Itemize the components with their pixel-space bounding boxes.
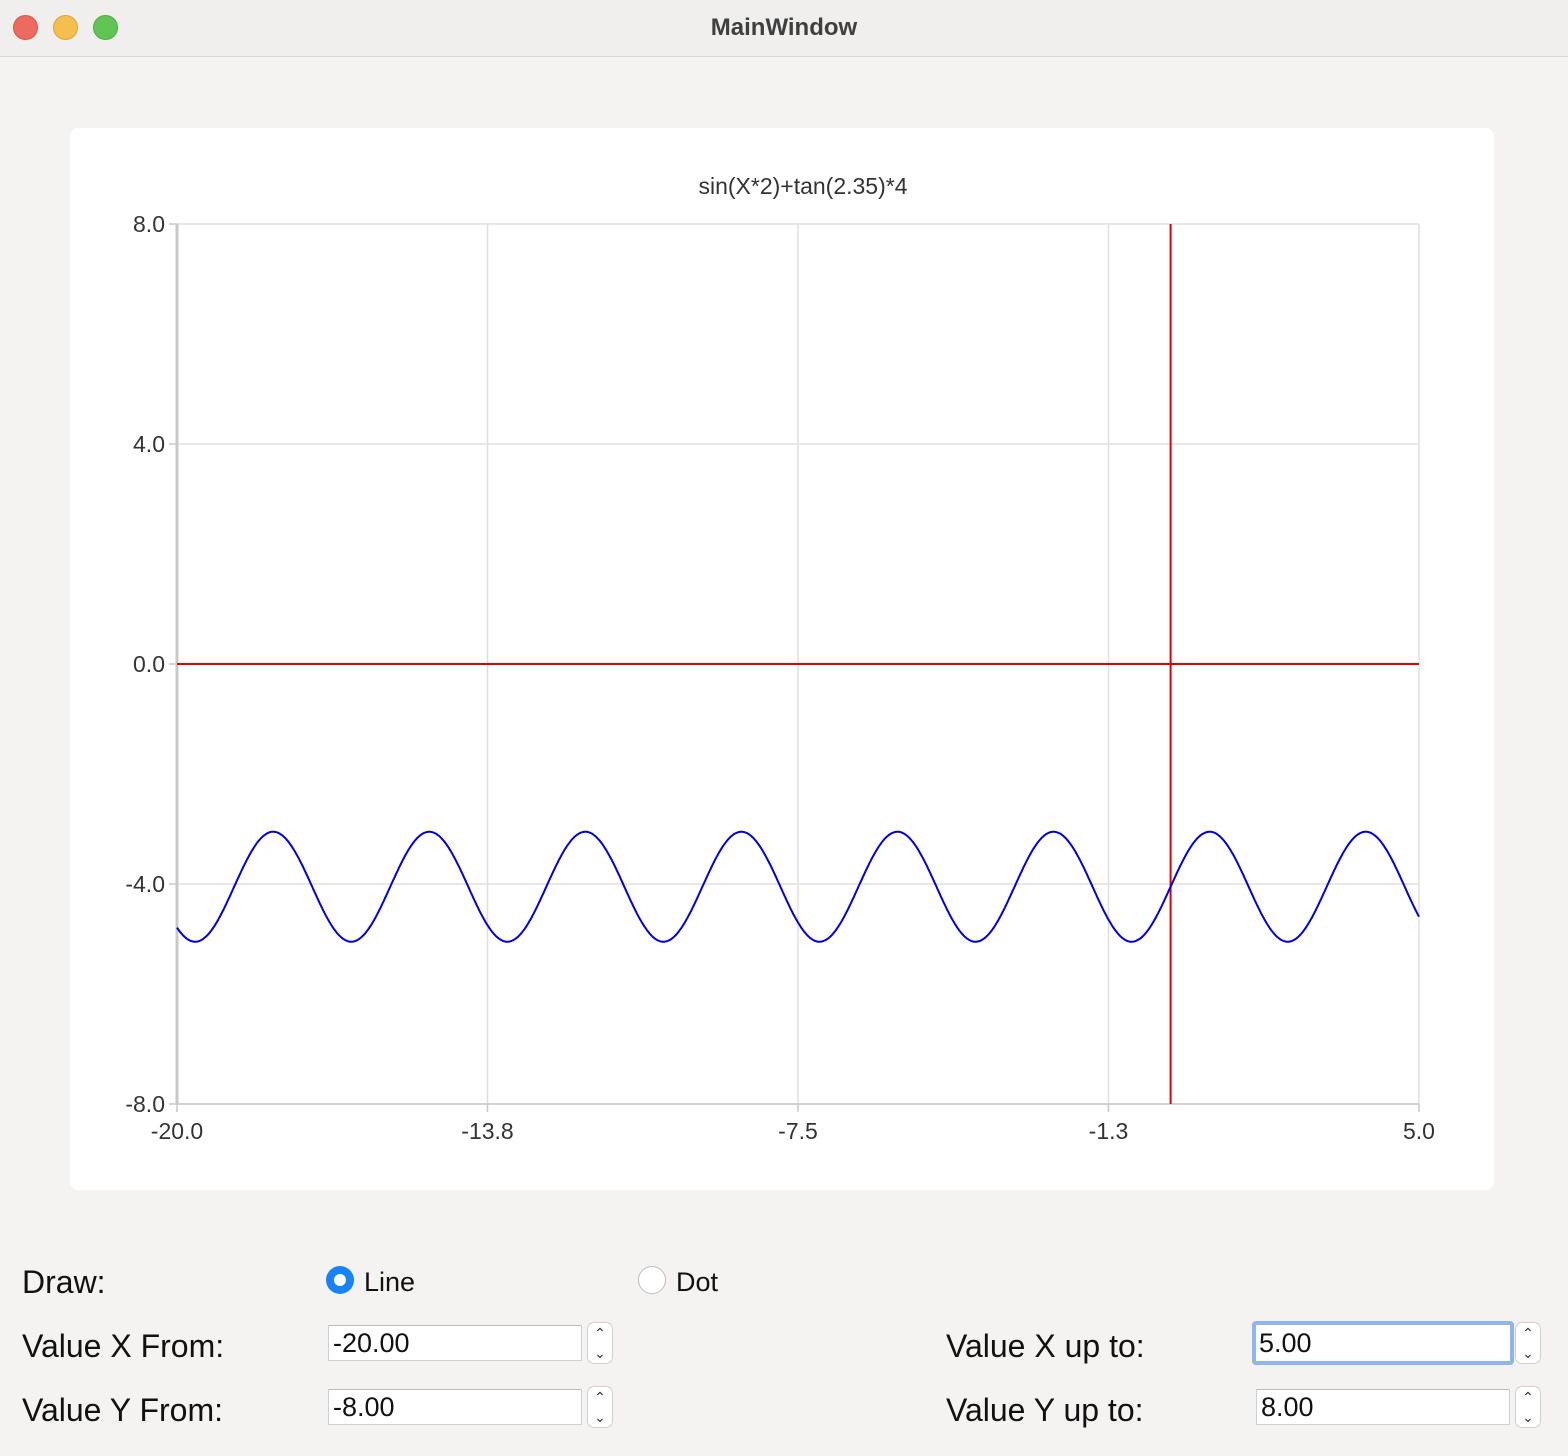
y-tick-label: 4.0 xyxy=(133,431,165,457)
x-tick-label: -7.5 xyxy=(778,1118,818,1144)
chevron-up-icon[interactable]: ⌃ xyxy=(1516,1323,1540,1343)
x-from-input[interactable] xyxy=(328,1325,582,1361)
y-tick-label: 8.0 xyxy=(133,211,165,237)
chart: -20.0 -13.8 -7.5 -1.3 5.0 8.0 4.0 0.0 -4.0 -8.0 si… xyxy=(125,173,1435,1144)
y-to-input[interactable] xyxy=(1256,1389,1510,1425)
window-title: MainWindow xyxy=(710,14,858,41)
main-window: MainWindow -20.0 -13.8 -7.5 -1.3 5.0 8.0 4.0 0.… xyxy=(0,0,1568,1456)
y-from-input[interactable] xyxy=(328,1389,582,1425)
chevron-down-icon[interactable]: ⌄ xyxy=(588,1343,612,1363)
chart-title: sin(X*2)+tan(2.35)*4 xyxy=(698,173,907,199)
x-from-stepper[interactable]: ⌃ ⌄ xyxy=(588,1323,612,1363)
title-bar[interactable]: MainWindow xyxy=(0,0,1568,57)
chevron-up-icon[interactable]: ⌃ xyxy=(588,1387,612,1407)
chevron-down-icon[interactable]: ⌄ xyxy=(1516,1343,1540,1363)
x-to-label: Value X up to: xyxy=(946,1328,1145,1364)
chevron-up-icon[interactable]: ⌃ xyxy=(588,1323,612,1343)
x-tick-label: 5.0 xyxy=(1403,1118,1435,1144)
dot-radio-label[interactable]: Dot xyxy=(676,1265,718,1299)
chart-panel: -20.0 -13.8 -7.5 -1.3 5.0 8.0 4.0 0.0 -4.0 -8.0 si… xyxy=(70,128,1494,1190)
y-from-label: Value Y From: xyxy=(22,1392,223,1428)
x-tick-label: -1.3 xyxy=(1089,1118,1129,1144)
chevron-up-icon[interactable]: ⌃ xyxy=(1516,1387,1540,1407)
x-to-input[interactable] xyxy=(1252,1321,1514,1365)
chevron-down-icon[interactable]: ⌄ xyxy=(588,1407,612,1427)
y-tick-label: -8.0 xyxy=(125,1091,165,1117)
draw-label: Draw: xyxy=(22,1264,106,1300)
y-to-stepper[interactable]: ⌃ ⌄ xyxy=(1516,1387,1540,1427)
chevron-down-icon[interactable]: ⌄ xyxy=(1516,1407,1540,1427)
x-tick-label: -13.8 xyxy=(461,1118,513,1144)
y-tick-label: -4.0 xyxy=(125,871,165,897)
dot-radio[interactable] xyxy=(638,1266,666,1294)
x-from-label: Value X From: xyxy=(22,1328,225,1364)
y-from-stepper[interactable]: ⌃ ⌄ xyxy=(588,1387,612,1427)
x-to-stepper[interactable]: ⌃ ⌄ xyxy=(1516,1323,1540,1363)
y-tick-label: 0.0 xyxy=(133,651,165,677)
line-radio[interactable] xyxy=(326,1266,354,1294)
x-tick-label: -20.0 xyxy=(151,1118,203,1144)
line-radio-label[interactable]: Line xyxy=(364,1265,415,1299)
y-to-label: Value Y up to: xyxy=(946,1392,1144,1428)
